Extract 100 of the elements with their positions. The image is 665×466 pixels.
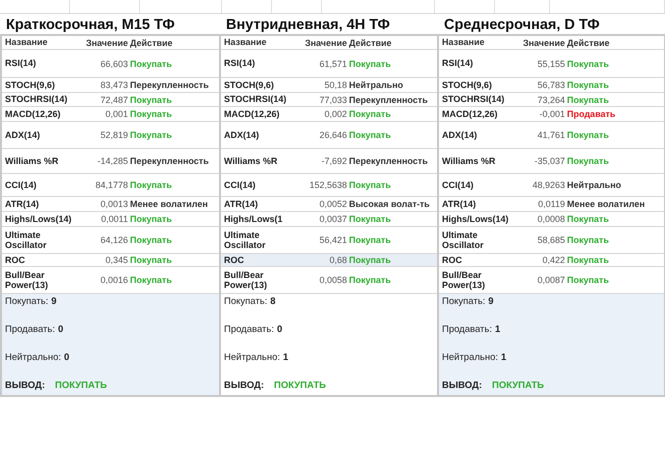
- indicator-action: Покупать: [349, 58, 392, 68]
- indicator-action: Перекупленность: [130, 80, 210, 90]
- indicator-name: Highs/Lows(14): [4, 214, 73, 224]
- indicator-name: ADX(14): [441, 130, 478, 140]
- indicator-name: STOCH(9,6): [4, 80, 56, 90]
- indicator-name: MACD(12,26): [223, 108, 281, 120]
- indicator-value: 152,5638: [308, 180, 347, 190]
- indicator-value: 77,033: [318, 94, 347, 104]
- indicator-name: Highs/Lows(1: [223, 214, 284, 224]
- count-label: Продавать:: [442, 324, 492, 335]
- indicator-value: -0,001: [538, 109, 565, 119]
- indicator-value: -14,285: [96, 156, 128, 166]
- indicator-name: CCI(14): [4, 180, 38, 190]
- indicator-value: 58,685: [536, 235, 565, 245]
- indicator-value: 0,0016: [99, 275, 128, 285]
- indicator-value: 0,001: [104, 109, 128, 119]
- indicator-name: Ultimate Oscillator: [4, 230, 48, 250]
- indicator-action: Менее волатилен: [130, 199, 209, 209]
- indicator-value: 26,646: [318, 130, 347, 140]
- indicator-action: Покупать: [130, 235, 173, 245]
- conclusion-label: ВЫВОД:: [5, 380, 45, 391]
- indicator-name: ATR(14): [441, 198, 477, 210]
- conclusion-value: ПОКУПАТЬ: [274, 380, 326, 391]
- indicator-value: 83,473: [99, 80, 128, 90]
- count-label: Покупать:: [224, 296, 268, 307]
- indicator-action: Покупать: [130, 180, 173, 190]
- count-label: Нейтрально:: [442, 352, 498, 363]
- column-header: Значение: [84, 38, 128, 48]
- indicator-name: STOCHRSI(14): [441, 94, 506, 105]
- indicator-value: 0,0008: [536, 214, 565, 224]
- indicator-action: Покупать: [130, 58, 173, 68]
- count-label: Покупать:: [5, 296, 48, 307]
- indicator-name: MACD(12,26): [441, 108, 499, 120]
- count-label: Нейтрально:: [224, 352, 280, 363]
- indicator-action: Высокая волат-ть: [349, 199, 431, 209]
- indicator-name: Highs/Lows(14): [441, 214, 510, 224]
- conclusion-value: ПОКУПАТЬ: [54, 380, 107, 391]
- indicator-action: Покупать: [349, 180, 392, 190]
- indicator-action: Перекупленность: [349, 156, 429, 166]
- panel-title: Внутридневная, 4H ТФ: [225, 16, 391, 34]
- indicator-value: 0,422: [541, 255, 565, 265]
- indicator-action: Покупать: [130, 214, 173, 224]
- indicator-value: 41,761: [536, 130, 565, 140]
- indicator-action: Покупать: [349, 255, 392, 265]
- indicator-name: RSI(14): [223, 58, 256, 69]
- indicator-name: STOCHRSI(14): [4, 94, 68, 105]
- indicator-action: Покупать: [567, 214, 610, 224]
- count-value: 8: [270, 296, 276, 307]
- indicator-action: Покупать: [567, 94, 610, 104]
- indicator-action: Покупать: [567, 156, 610, 166]
- indicator-value: 56,421: [318, 235, 347, 245]
- column-header: Название: [223, 37, 268, 48]
- conclusion-label: ВЫВОД:: [224, 380, 264, 391]
- indicator-name: STOCH(9,6): [441, 80, 493, 90]
- indicator-action: Покупать: [567, 235, 610, 245]
- indicator-name: RSI(14): [441, 58, 474, 69]
- indicator-name: STOCHRSI(14): [223, 94, 288, 105]
- indicator-value: 0,0087: [536, 275, 565, 285]
- indicator-value: 55,155: [536, 58, 565, 68]
- column-header: Действие: [349, 38, 393, 48]
- indicator-value: 0,68: [328, 255, 347, 265]
- indicator-action: Покупать: [130, 275, 173, 285]
- indicator-value: -35,037: [533, 156, 565, 166]
- count-value: 9: [488, 296, 494, 307]
- count-label: Продавать:: [5, 324, 55, 335]
- panel-title: Среднесрочная, D ТФ: [443, 16, 601, 34]
- indicator-name: STOCH(9,6): [223, 80, 275, 90]
- indicator-name: Bull/Bear Power(13): [223, 270, 268, 290]
- indicator-name: Williams %R: [223, 156, 278, 166]
- indicator-action: Покупать: [349, 235, 392, 245]
- indicator-value: 0,0058: [318, 275, 347, 285]
- indicator-name: Bull/Bear Power(13): [441, 270, 486, 290]
- indicator-value: -7,692: [320, 156, 347, 166]
- indicator-name: Bull/Bear Power(13): [4, 270, 50, 290]
- indicator-action: Покупать: [349, 214, 392, 224]
- indicator-value: 52,819: [99, 130, 128, 140]
- column-header: Название: [4, 37, 48, 48]
- conclusion-label: ВЫВОД:: [442, 380, 482, 391]
- indicator-action: Продавать: [567, 109, 616, 119]
- indicator-value: 64,126: [99, 235, 128, 245]
- indicator-action: Покупать: [130, 255, 173, 265]
- indicator-action: Покупать: [349, 109, 392, 119]
- count-label: Продавать:: [224, 324, 274, 335]
- indicator-name: Ultimate Oscillator: [441, 230, 485, 250]
- indicator-action: Перекупленность: [130, 156, 210, 166]
- column-header: Действие: [130, 38, 174, 48]
- count-value: 0: [276, 324, 282, 335]
- count-value: 1: [283, 352, 288, 363]
- indicator-value: 48,9263: [531, 180, 565, 190]
- indicator-action: Покупать: [130, 109, 173, 119]
- indicator-action: Покупать: [567, 275, 610, 285]
- indicator-value: 73,264: [536, 94, 565, 104]
- indicator-action: Покупать: [130, 94, 173, 104]
- column-header: Значение: [304, 38, 347, 48]
- count-value: 9: [51, 296, 57, 307]
- indicator-name: ATR(14): [4, 198, 40, 210]
- indicator-action: Нейтрально: [349, 80, 404, 90]
- indicator-name: Williams %R: [4, 156, 60, 166]
- count-label: Нейтрально:: [5, 352, 62, 363]
- indicator-name: ROC: [4, 254, 26, 266]
